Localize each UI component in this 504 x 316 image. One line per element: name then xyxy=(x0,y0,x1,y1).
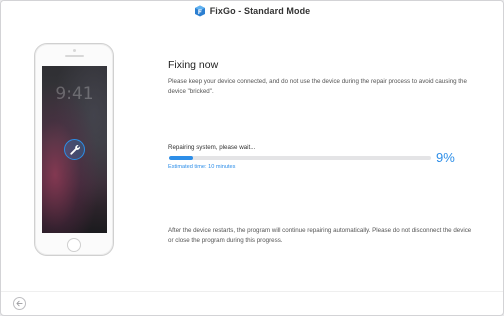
title-bar: FixGo - Standard Mode xyxy=(1,1,503,20)
window-title: FixGo - Standard Mode xyxy=(209,5,311,16)
estimated-time: Estimated time: 10 minutes xyxy=(168,164,236,170)
fixgo-logo-icon xyxy=(194,5,205,16)
instruction-text: Please keep your device connected, and d… xyxy=(168,78,467,95)
wrench-icon xyxy=(69,144,80,155)
progress-bar xyxy=(169,156,431,160)
page-title: Fixing now xyxy=(168,59,219,71)
device-illustration: 9:41 xyxy=(34,43,114,256)
phone-screen: 9:41 xyxy=(42,66,107,233)
lock-screen-clock: 9:41 xyxy=(55,84,94,104)
progress-status-text: Repairing system, please wait... xyxy=(168,144,256,151)
phone-camera xyxy=(73,49,76,52)
back-arrow-icon xyxy=(16,300,23,307)
footer-divider xyxy=(1,291,503,292)
restart-note: After the device restarts, the program w… xyxy=(168,227,472,244)
repair-badge xyxy=(64,139,85,160)
phone-home-button xyxy=(67,238,81,252)
progress-bar-fill xyxy=(169,156,193,160)
back-button[interactable] xyxy=(13,297,26,310)
phone-speaker xyxy=(65,55,84,57)
progress-percent: 9% xyxy=(436,150,455,165)
app-window: FixGo - Standard Mode 9:41 Fixing now Pl… xyxy=(0,0,504,316)
title-wrap: FixGo - Standard Mode xyxy=(194,5,311,17)
